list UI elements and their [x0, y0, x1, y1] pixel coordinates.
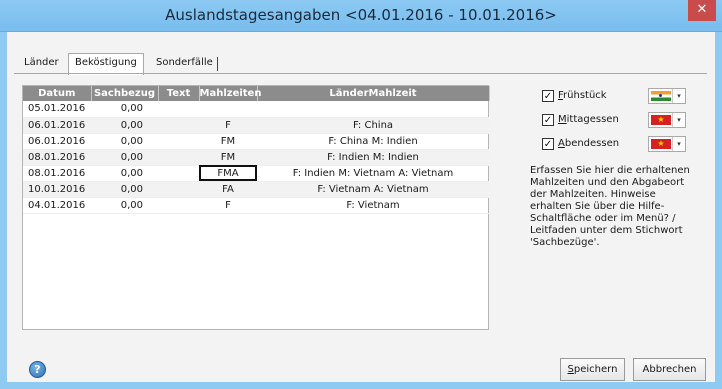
mittagessen-label-text: ittagessen	[566, 114, 619, 125]
help-icon[interactable]: ?	[29, 361, 46, 378]
cell-datum[interactable]: 04.01.2016	[23, 197, 91, 214]
cell-text[interactable]	[158, 101, 199, 118]
fruehstueck-label: Frühstück	[558, 90, 607, 101]
tab-sonderfaelle[interactable]: Sonderfälle	[150, 54, 219, 74]
cell-datum[interactable]: 05.01.2016	[23, 101, 91, 118]
cell-sachbezug[interactable]: 0,00	[91, 101, 158, 118]
cell-mahlzeiten[interactable]: F	[199, 117, 257, 134]
cell-mahlzeiten[interactable]	[199, 101, 257, 118]
table-row[interactable]: 08.01.2016 0,00 FM F: Indien M: Indien	[23, 149, 489, 166]
cell-laendermahlzeit[interactable]: F: Vietnam A: Vietnam	[257, 181, 489, 198]
mittagessen-checkbox[interactable]: ✓	[542, 114, 554, 126]
table-row[interactable]: 05.01.2016 0,00	[23, 101, 489, 118]
column-header-text[interactable]: Text	[158, 86, 200, 101]
cell-sachbezug[interactable]: 0,00	[91, 197, 158, 214]
cell-mahlzeiten[interactable]: FA	[199, 181, 257, 198]
cell-sachbezug[interactable]: 0,00	[91, 117, 158, 134]
window-title: Auslandstagesangaben <04.01.2016 - 10.01…	[165, 6, 557, 24]
chevron-down-icon[interactable]: ▾	[672, 137, 685, 151]
tab-separator	[217, 57, 218, 71]
tab-divider	[14, 73, 707, 74]
hint-text: Erfassen Sie hier die erhaltenen Mahlzei…	[530, 165, 690, 248]
table-row[interactable]: 06.01.2016 0,00 FM F: China M: Indien	[23, 133, 489, 150]
cell-sachbezug[interactable]: 0,00	[91, 181, 158, 198]
mittagessen-label: Mittagessen	[558, 114, 619, 125]
abendessen-row: ✓ Abendessen ★ ▾	[530, 136, 700, 154]
abendessen-checkbox[interactable]: ✓	[542, 138, 554, 150]
table-row[interactable]: 08.01.2016 0,00 FMA F: Indien M: Vietnam…	[23, 165, 489, 182]
cell-datum[interactable]: 06.01.2016	[23, 117, 91, 134]
cell-datum[interactable]: 08.01.2016	[23, 165, 91, 182]
abendessen-label-text: bendessen	[564, 138, 620, 149]
fruehstueck-checkbox[interactable]: ✓	[542, 90, 554, 102]
mittagessen-country-dropdown[interactable]: ★ ▾	[648, 112, 686, 128]
cell-laendermahlzeit[interactable]	[257, 101, 489, 118]
mittagessen-row: ✓ Mittagessen ★ ▾	[530, 112, 700, 130]
cell-text[interactable]	[158, 165, 199, 182]
cell-datum[interactable]: 08.01.2016	[23, 149, 91, 166]
table-header-row: Datum Sachbezug Text Mahlzeiten LänderMa…	[23, 86, 490, 101]
table-row[interactable]: 04.01.2016 0,00 F F: Vietnam	[23, 197, 489, 214]
cell-laendermahlzeit[interactable]: F: Indien M: Indien	[257, 149, 489, 166]
column-header-mahlzeiten[interactable]: Mahlzeiten	[199, 86, 261, 101]
column-header-datum[interactable]: Datum	[23, 86, 92, 101]
cell-datum[interactable]: 10.01.2016	[23, 181, 91, 198]
save-label: peichern	[573, 364, 618, 375]
meals-table: Datum Sachbezug Text Mahlzeiten LänderMa…	[22, 85, 490, 330]
vietnam-flag-icon: ★	[651, 115, 671, 125]
cell-laendermahlzeit[interactable]: F: Indien M: Vietnam A: Vietnam	[257, 165, 489, 182]
cell-text[interactable]	[158, 149, 199, 166]
cell-sachbezug[interactable]: 0,00	[91, 149, 158, 166]
cell-sachbezug[interactable]: 0,00	[91, 165, 158, 182]
cell-text[interactable]	[158, 117, 199, 134]
cell-mahlzeiten-selected[interactable]: FMA	[199, 165, 257, 182]
mittagessen-accel: M	[558, 114, 567, 125]
chevron-down-icon[interactable]: ▾	[672, 89, 685, 103]
cell-mahlzeiten[interactable]: FM	[199, 149, 257, 166]
close-button[interactable]: ✕	[688, 0, 716, 21]
vietnam-flag-icon: ★	[651, 139, 671, 149]
cell-laendermahlzeit[interactable]: F: China	[257, 117, 489, 134]
cell-datum[interactable]: 06.01.2016	[23, 133, 91, 150]
column-header-sachbezug[interactable]: Sachbezug	[91, 86, 159, 101]
cell-mahlzeiten[interactable]: FM	[199, 133, 257, 150]
abendessen-country-dropdown[interactable]: ★ ▾	[648, 136, 686, 152]
table-row[interactable]: 10.01.2016 0,00 FA F: Vietnam A: Vietnam	[23, 181, 489, 198]
cell-laendermahlzeit[interactable]: F: China M: Indien	[257, 133, 489, 150]
title-bar: Auslandstagesangaben <04.01.2016 - 10.01…	[0, 0, 722, 32]
save-button[interactable]: Speichern	[560, 358, 625, 381]
tab-laender[interactable]: Länder	[18, 54, 65, 74]
cell-sachbezug[interactable]: 0,00	[91, 133, 158, 150]
fruehstueck-country-dropdown[interactable]: ▾	[648, 88, 686, 104]
table-row[interactable]: 06.01.2016 0,00 F F: China	[23, 117, 489, 134]
column-header-laendermahlzeit[interactable]: LänderMahlzeit	[257, 86, 490, 101]
abendessen-label: Abendessen	[558, 138, 619, 149]
tab-bekoestigung[interactable]: Beköstigung	[68, 53, 144, 75]
fruehstueck-label-text: rühstück	[563, 90, 607, 101]
fruehstueck-row: ✓ Frühstück ▾	[530, 88, 700, 106]
india-flag-icon	[651, 91, 671, 101]
cell-text[interactable]	[158, 133, 199, 150]
cancel-button[interactable]: Abbrechen	[633, 358, 706, 381]
abendessen-accel: A	[558, 138, 565, 149]
cell-text[interactable]	[158, 181, 199, 198]
chevron-down-icon[interactable]: ▾	[672, 113, 685, 127]
cell-text[interactable]	[158, 197, 199, 214]
cell-laendermahlzeit[interactable]: F: Vietnam	[257, 197, 489, 214]
cell-mahlzeiten[interactable]: F	[199, 197, 257, 214]
